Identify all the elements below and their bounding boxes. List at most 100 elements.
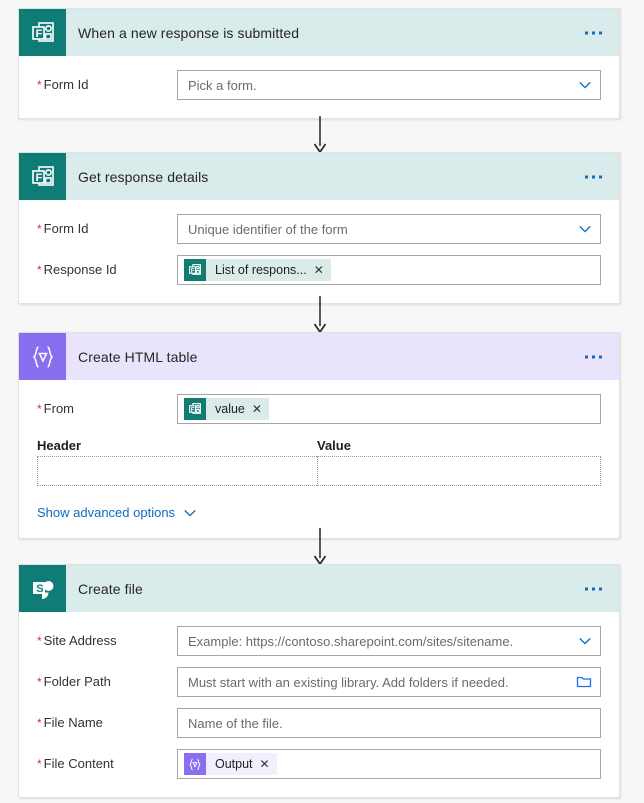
field-label: * File Content: [37, 749, 177, 771]
flow-connector-arrow: [313, 528, 327, 566]
card-body: * From F value ✕ Header Value Show advan…: [19, 380, 619, 538]
value-cell-input[interactable]: [317, 456, 601, 486]
required-marker: *: [37, 402, 42, 416]
dynamic-content-token[interactable]: F List of respons... ✕: [184, 259, 331, 281]
table-row: [37, 456, 601, 486]
field-label-text: File Content: [43, 756, 114, 771]
field-control: Unique identifier of the form: [177, 214, 601, 244]
chevron-down-icon: [184, 509, 196, 517]
field-label-text: Site Address: [43, 633, 117, 648]
menu-dot: [585, 587, 588, 590]
field-label-text: Response Id: [43, 262, 117, 277]
flow-connector-arrow: [313, 116, 327, 154]
card-menu-button[interactable]: [582, 349, 605, 364]
field-label-text: Form Id: [43, 77, 89, 92]
menu-dot: [599, 587, 602, 590]
show-advanced-options-button[interactable]: Show advanced options: [37, 505, 197, 520]
required-marker: *: [37, 757, 42, 771]
field-label-text: Folder Path: [43, 674, 111, 689]
dynamic-content-token[interactable]: Output ✕: [184, 753, 277, 775]
microsoft-forms-icon: F: [184, 398, 206, 420]
field-control: F value ✕: [177, 394, 601, 424]
token-label: Output: [215, 757, 253, 771]
placeholder-text: Unique identifier of the form: [188, 221, 348, 237]
field-label: * Response Id: [37, 255, 177, 277]
form-id-dropdown[interactable]: Unique identifier of the form: [177, 214, 601, 244]
flow-card-create-file[interactable]: S Create file * Site Address Example: htt…: [18, 564, 620, 798]
svg-text:F: F: [191, 406, 195, 413]
folder-path-input[interactable]: Must start with an existing library. Add…: [177, 667, 601, 697]
menu-dot: [592, 175, 595, 178]
file-content-token-input[interactable]: Output ✕: [177, 749, 601, 779]
token-label: List of respons...: [215, 263, 307, 277]
show-advanced-options-label: Show advanced options: [37, 505, 176, 520]
file-name-input[interactable]: Name of the file.: [177, 708, 601, 738]
data-operations-icon: [184, 753, 206, 775]
menu-dot: [585, 355, 588, 358]
menu-dot: [585, 175, 588, 178]
data-operations-icon: [19, 333, 66, 380]
required-marker: *: [37, 263, 42, 277]
field-row-file-content: * File Content Output ✕: [37, 749, 601, 779]
flow-card-get-response-details[interactable]: F Get response details * Form Id Unique i…: [18, 152, 620, 304]
card-menu-button[interactable]: [582, 169, 605, 184]
placeholder-text: Name of the file.: [188, 715, 283, 731]
flow-card-create-html-table[interactable]: Create HTML table * From F value ✕ Heade…: [18, 332, 620, 539]
card-menu-button[interactable]: [582, 581, 605, 596]
field-label: * Folder Path: [37, 667, 177, 689]
response-id-token-input[interactable]: F List of respons... ✕: [177, 255, 601, 285]
field-row-folder-path: * Folder Path Must start with an existing…: [37, 667, 601, 697]
field-label: * From: [37, 394, 177, 416]
card-header[interactable]: F Get response details: [19, 153, 619, 200]
microsoft-forms-icon: F: [19, 9, 66, 56]
menu-dot: [599, 175, 602, 178]
remove-token-icon[interactable]: ✕: [260, 758, 277, 770]
flow-card-trigger-forms[interactable]: F When a new response is submitted * Form…: [18, 8, 620, 119]
field-control: Example: https://contoso.sharepoint.com/…: [177, 626, 601, 656]
flow-connector-arrow: [313, 296, 327, 334]
field-label-text: From: [43, 401, 75, 416]
card-title: When a new response is submitted: [78, 24, 300, 41]
placeholder-text: Example: https://contoso.sharepoint.com/…: [188, 633, 514, 649]
menu-dot: [599, 31, 602, 34]
microsoft-forms-icon: F: [184, 259, 206, 281]
svg-text:F: F: [35, 28, 42, 40]
menu-dot: [592, 355, 595, 358]
menu-dot: [592, 31, 595, 34]
menu-dot: [592, 587, 595, 590]
field-row-form-id: * Form Id Unique identifier of the form: [37, 214, 601, 244]
from-token-input[interactable]: F value ✕: [177, 394, 601, 424]
field-control: Output ✕: [177, 749, 601, 779]
field-label: * File Name: [37, 708, 177, 730]
dynamic-content-token[interactable]: F value ✕: [184, 398, 269, 420]
required-marker: *: [37, 675, 42, 689]
field-control: Must start with an existing library. Add…: [177, 667, 601, 697]
svg-text:S: S: [36, 583, 43, 595]
required-marker: *: [37, 222, 42, 236]
card-header[interactable]: Create HTML table: [19, 333, 619, 380]
card-body: * Form Id Pick a form.: [19, 56, 619, 118]
site-address-dropdown[interactable]: Example: https://contoso.sharepoint.com/…: [177, 626, 601, 656]
card-body: * Site Address Example: https://contoso.s…: [19, 612, 619, 797]
field-label-text: Form Id: [43, 221, 89, 236]
column-header-header: Header: [37, 438, 82, 453]
form-id-dropdown[interactable]: Pick a form.: [177, 70, 601, 100]
header-value-table: Header Value: [37, 438, 601, 486]
header-cell-input[interactable]: [37, 456, 317, 486]
placeholder-text: Must start with an existing library. Add…: [188, 674, 509, 690]
card-menu-button[interactable]: [582, 25, 605, 40]
card-header[interactable]: F When a new response is submitted: [19, 9, 619, 56]
folder-picker-icon[interactable]: [576, 674, 592, 690]
field-control: Pick a form.: [177, 70, 601, 100]
field-label: * Form Id: [37, 70, 177, 92]
field-label-text: File Name: [43, 715, 103, 730]
column-header-value: Value: [317, 438, 351, 453]
field-row-from: * From F value ✕: [37, 394, 601, 424]
menu-dot: [599, 355, 602, 358]
card-header[interactable]: S Create file: [19, 565, 619, 612]
field-label: * Site Address: [37, 626, 177, 648]
remove-token-icon[interactable]: ✕: [314, 264, 331, 276]
remove-token-icon[interactable]: ✕: [252, 403, 269, 415]
field-control: Name of the file.: [177, 708, 601, 738]
card-title: Create HTML table: [78, 348, 198, 365]
